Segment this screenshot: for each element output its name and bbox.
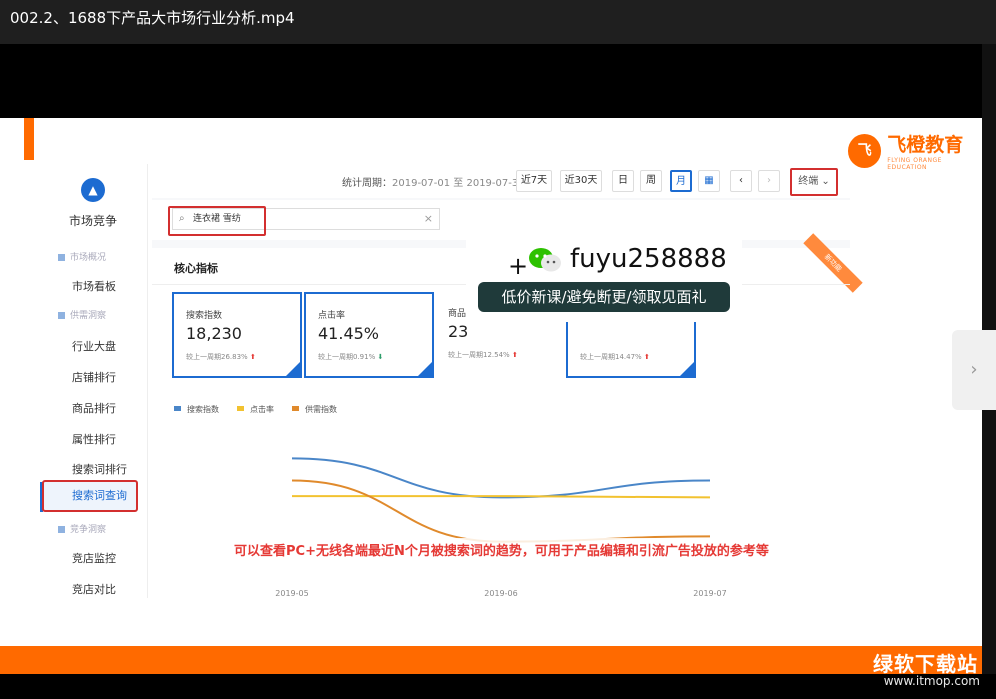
metric-label: 点击率 bbox=[318, 311, 346, 321]
sidebar-item-keyword-rank[interactable]: 搜索词排行 bbox=[72, 461, 127, 477]
metric-compare-text: 较上一周期26.83% bbox=[186, 353, 248, 361]
metric-compare-text: 较上一周期14.47% bbox=[580, 353, 642, 361]
terminal-dropdown[interactable]: 终端 ⌄ bbox=[790, 168, 838, 196]
market-chart-icon: ▲ bbox=[81, 178, 105, 202]
series-line-2 bbox=[291, 479, 711, 543]
plus-icon: + bbox=[508, 252, 529, 280]
metric-compare: 较上一周期12.54% ⬆ bbox=[448, 350, 518, 360]
month-button[interactable]: 月 bbox=[670, 170, 692, 192]
period-label: 统计周期： bbox=[342, 178, 392, 189]
window-title-bar: 002.2、1688下产品大市场行业分析.mp4 bbox=[0, 0, 996, 44]
sidebar-group-market-overview: 市场概况 bbox=[58, 250, 106, 263]
period-toolbar: 统计周期：2019-07-01 至 2019-07-31 近7天 近30天 日 … bbox=[152, 164, 850, 198]
logo-sub-text: FLYING ORANGE EDUCATION bbox=[887, 157, 942, 171]
logo-text: 飞橙教育 FLYING ORANGE EDUCATION bbox=[887, 130, 982, 171]
wechat-promo-overlay: + fuyu258888 低价新课/避免断更/领取见面礼 bbox=[466, 226, 742, 322]
promo-note: 低价新课/避免断更/领取见面礼 bbox=[478, 282, 730, 312]
selected-corner-icon bbox=[680, 362, 694, 376]
sidebar-item-market-board[interactable]: 市场看板 bbox=[72, 278, 116, 294]
watermark-bar bbox=[0, 646, 982, 674]
arrow-down-icon: ⬇ bbox=[377, 353, 384, 361]
metric-label: 商品 bbox=[448, 309, 467, 319]
video-frame[interactable]: 飞 飞橙教育 FLYING ORANGE EDUCATION ▲ 市场竞争 市场… bbox=[0, 118, 982, 646]
sidebar-item-product-rank[interactable]: 商品排行 bbox=[72, 400, 116, 416]
terminal-label: 终端 bbox=[798, 176, 819, 187]
calendar-icon[interactable]: ▦ bbox=[698, 170, 720, 192]
sidebar-item-attribute-rank[interactable]: 属性排行 bbox=[72, 431, 116, 447]
arrow-up-icon: ⬆ bbox=[249, 353, 256, 361]
x-tick-label: 2019-06 bbox=[484, 589, 517, 598]
x-tick-label: 2019-07 bbox=[693, 589, 726, 598]
clear-icon[interactable]: × bbox=[424, 209, 433, 229]
sidebar-group-supply-demand: 供需洞察 bbox=[58, 308, 106, 321]
selected-corner-icon bbox=[418, 362, 432, 376]
metric-compare: 较上一周期26.83% ⬆ bbox=[186, 352, 256, 362]
sidebar-item-industry[interactable]: 行业大盘 bbox=[72, 338, 116, 354]
metric-compare-text: 较上一周期0.91% bbox=[318, 353, 376, 361]
series-line-0 bbox=[291, 457, 711, 499]
day-button[interactable]: 日 bbox=[612, 170, 634, 192]
sidebar-group-competition: 竞争洞察 bbox=[58, 522, 106, 535]
wechat-id: fuyu258888 bbox=[570, 244, 727, 274]
prev-period-button[interactable]: ‹ bbox=[730, 170, 752, 192]
x-tick-label: 2019-05 bbox=[275, 589, 308, 598]
next-period-button[interactable]: › bbox=[758, 170, 780, 192]
metric-value: 41.45% bbox=[318, 324, 380, 343]
sidebar-item-competitor-monitor[interactable]: 竞店监控 bbox=[72, 550, 116, 566]
side-next-handle[interactable]: › bbox=[952, 330, 996, 410]
wechat-icon bbox=[529, 248, 561, 272]
selected-corner-icon bbox=[286, 362, 300, 376]
search-highlight-box bbox=[168, 206, 266, 236]
sidebar-item-shop-rank[interactable]: 店铺排行 bbox=[72, 369, 116, 385]
logo-mark-icon: 飞 bbox=[848, 133, 882, 168]
core-metrics-title: 核心指标 bbox=[174, 262, 218, 275]
arrow-up-icon: ⬆ bbox=[643, 353, 650, 361]
watermark-brand: 绿软下载站 bbox=[873, 652, 978, 676]
legend-item[interactable]: 点击率 bbox=[237, 404, 274, 415]
metric-label: 搜索指数 bbox=[186, 311, 223, 321]
trend-line-chart: 2019-05 2019-06 2019-07 bbox=[275, 457, 727, 598]
period-text: 统计周期：2019-07-01 至 2019-07-31 bbox=[342, 174, 525, 189]
window-title: 002.2、1688下产品大市场行业分析.mp4 bbox=[10, 9, 295, 27]
metric-value: 18,230 bbox=[186, 324, 242, 343]
legend-item[interactable]: 供需指数 bbox=[292, 404, 337, 415]
logo-main-text: 飞橙教育 bbox=[887, 134, 964, 156]
sidebar-title: 市场竞争 bbox=[68, 214, 117, 228]
orange-accent-bar bbox=[24, 118, 34, 160]
last-30-days-button[interactable]: 近30天 bbox=[560, 170, 602, 192]
watermark-url: www.itmop.com bbox=[883, 674, 980, 688]
metric-card-ctr[interactable]: 点击率 41.45% 较上一周期0.91% ⬇ bbox=[304, 292, 434, 378]
metric-compare: 较上一周期14.47% ⬆ bbox=[580, 352, 650, 362]
last-7-days-button[interactable]: 近7天 bbox=[516, 170, 552, 192]
period-value: 2019-07-01 至 2019-07-31 bbox=[392, 178, 525, 189]
metric-compare: 较上一周期0.91% ⬇ bbox=[318, 352, 383, 362]
sidebar: ▲ 市场竞争 市场概况 市场看板 供需洞察 行业大盘 店铺排行 商品排行 属性排… bbox=[38, 164, 148, 598]
metric-value: 23 bbox=[448, 322, 469, 341]
video-caption: 可以查看PC+无线各端最近N个月被搜索词的趋势，可用于产品编辑和引流广告投放的参… bbox=[228, 538, 775, 561]
legend-item[interactable]: 搜索指数 bbox=[174, 404, 219, 415]
brand-logo: 飞 飞橙教育 FLYING ORANGE EDUCATION bbox=[848, 130, 982, 171]
week-button[interactable]: 周 bbox=[640, 170, 662, 192]
arrow-up-icon: ⬆ bbox=[511, 351, 518, 359]
metric-compare-text: 较上一周期12.54% bbox=[448, 351, 510, 359]
sidebar-item-competitor-compare[interactable]: 竞店对比 bbox=[72, 581, 116, 597]
chart-legend: 搜索指数 点击率 供需指数 bbox=[174, 404, 337, 415]
sidebar-item-keyword-query[interactable]: 搜索词查询 bbox=[42, 480, 138, 512]
metric-card-search-index[interactable]: 搜索指数 18,230 较上一周期26.83% ⬆ bbox=[172, 292, 302, 378]
